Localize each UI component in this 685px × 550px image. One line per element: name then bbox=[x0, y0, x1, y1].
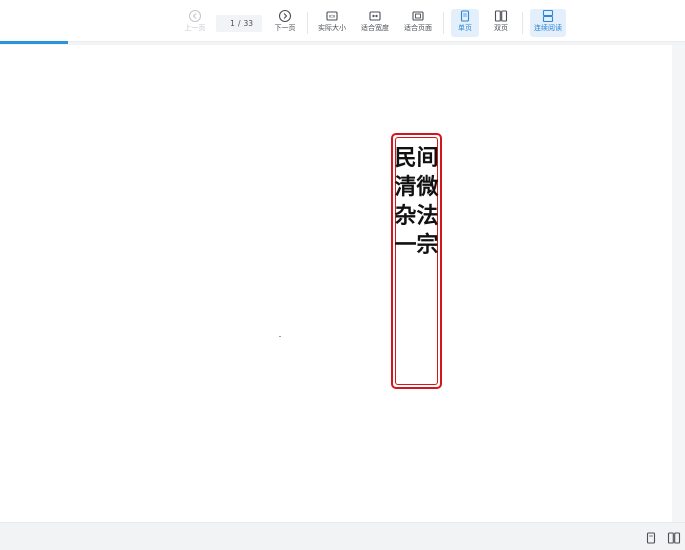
toolbar-divider bbox=[443, 12, 444, 34]
continuous-reading-label: 连续阅读 bbox=[534, 24, 562, 32]
double-page-label: 双页 bbox=[494, 24, 508, 32]
fit-page-button[interactable]: 适合页面 bbox=[398, 9, 438, 37]
fit-width-button[interactable]: 适合宽度 bbox=[355, 9, 395, 37]
single-page-label: 单页 bbox=[458, 24, 472, 32]
fit-page-icon bbox=[412, 11, 424, 21]
double-page-icon bbox=[494, 10, 508, 22]
double-page-button[interactable]: 双页 bbox=[487, 9, 515, 37]
actual-size-label: 实际大小 bbox=[318, 24, 346, 32]
reading-progress-bar bbox=[0, 41, 68, 44]
continuous-scroll-icon bbox=[542, 9, 554, 23]
bottom-bar bbox=[0, 522, 685, 550]
single-page-icon bbox=[460, 10, 470, 22]
chevron-left-circle-icon bbox=[188, 9, 202, 23]
document-page bbox=[0, 45, 672, 522]
double-page-view-icon[interactable] bbox=[667, 531, 681, 545]
pdf-viewer: 上一页 / 33 下一页 实际大小 bbox=[0, 0, 685, 550]
page-indicator: / 33 bbox=[216, 15, 262, 32]
fit-width-label: 适合宽度 bbox=[361, 24, 389, 32]
actual-size-button[interactable]: 实际大小 bbox=[312, 9, 352, 37]
actual-size-icon bbox=[326, 11, 338, 21]
single-page-button[interactable]: 单页 bbox=[451, 9, 479, 37]
page-separator: / bbox=[237, 19, 241, 28]
book-title-label: 民间清微杂法一宗 bbox=[391, 133, 442, 389]
book-title-text: 民间清微杂法一宗 bbox=[394, 145, 439, 258]
fit-width-icon bbox=[369, 11, 381, 21]
prev-page-label: 上一页 bbox=[184, 24, 206, 32]
page-number-input[interactable] bbox=[224, 19, 235, 28]
toolbar-divider bbox=[522, 12, 523, 34]
prev-page-button[interactable]: 上一页 bbox=[175, 9, 215, 37]
next-page-label: 下一页 bbox=[274, 24, 296, 32]
continuous-reading-button[interactable]: 连续阅读 bbox=[530, 9, 566, 37]
vertical-scrollbar[interactable] bbox=[672, 45, 685, 522]
toolbar: 上一页 / 33 下一页 实际大小 bbox=[0, 0, 685, 42]
page-speck bbox=[279, 336, 281, 337]
fit-page-label: 适合页面 bbox=[404, 24, 432, 32]
toolbar-divider bbox=[307, 12, 308, 34]
chevron-right-circle-icon bbox=[278, 9, 292, 23]
total-pages: 33 bbox=[243, 19, 254, 28]
single-page-view-icon[interactable] bbox=[644, 531, 658, 545]
next-page-button[interactable]: 下一页 bbox=[265, 9, 305, 37]
